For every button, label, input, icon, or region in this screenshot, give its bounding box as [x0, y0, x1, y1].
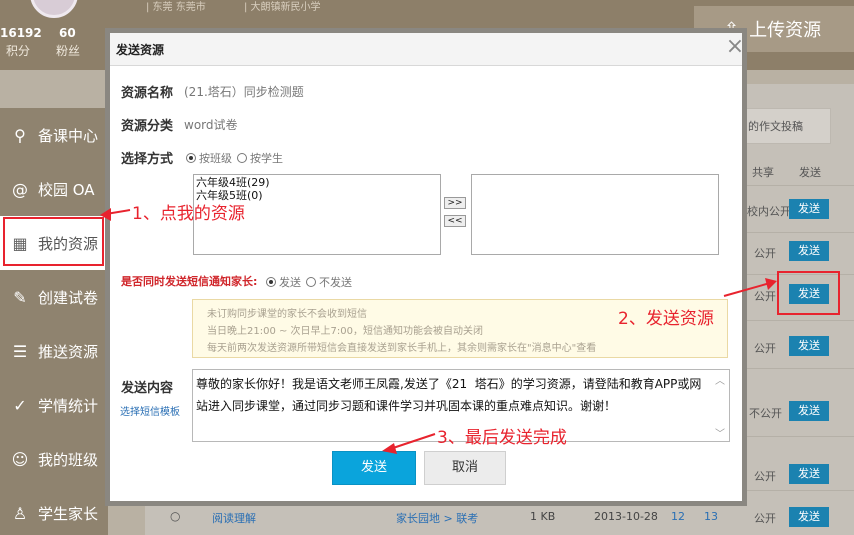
annotation-arrows [100, 208, 777, 454]
arrow-step-3 [389, 433, 436, 450]
arrowhead-step-2 [765, 278, 777, 290]
arrowhead-step-3 [382, 443, 397, 454]
arrowhead-step-1 [100, 208, 111, 221]
arrow-step-2 [723, 282, 771, 297]
